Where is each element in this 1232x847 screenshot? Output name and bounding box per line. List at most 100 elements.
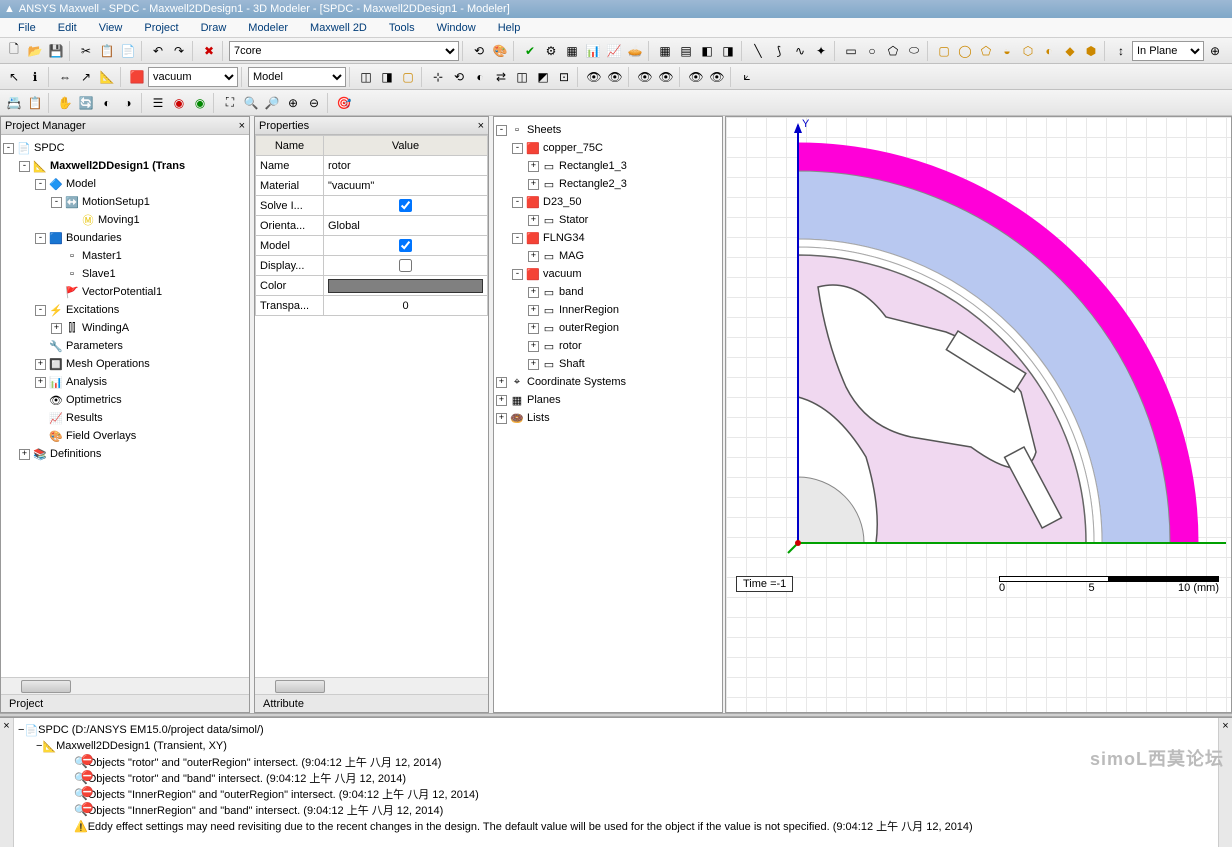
tool-icon[interactable]: ▤	[676, 41, 696, 61]
model-tree[interactable]: -▫Sheets-🟥copper_75C+▭Rectangle1_3+▭Rect…	[494, 117, 722, 431]
tree-item[interactable]: -🔷Model	[3, 175, 247, 193]
property-row[interactable]: Display...	[256, 256, 488, 276]
zoom-fit-icon[interactable]: ⛶	[220, 93, 240, 113]
tree-item[interactable]: +▭Shaft	[496, 355, 720, 373]
attribute-tab[interactable]: Attribute	[255, 694, 488, 712]
close-icon[interactable]: ×	[478, 120, 484, 132]
property-row[interactable]: Transpa...0	[256, 296, 488, 316]
tool-icon[interactable]: 📇	[4, 93, 24, 113]
tool-icon[interactable]: 🎯	[334, 93, 354, 113]
color-swatch[interactable]	[328, 279, 483, 293]
zoom-out-icon[interactable]: 🔎	[262, 93, 282, 113]
tool-icon[interactable]: ◑	[118, 93, 138, 113]
scrollbar[interactable]	[255, 677, 488, 694]
delete-icon[interactable]: ✖	[199, 41, 219, 61]
point-icon[interactable]: ✦	[811, 41, 831, 61]
tool-icon[interactable]: ◉	[169, 93, 189, 113]
tree-item[interactable]: 🔧Parameters	[3, 337, 247, 355]
tool-icon[interactable]: ◫	[356, 67, 376, 87]
circle-icon[interactable]: ○	[862, 41, 882, 61]
ellipse-icon[interactable]: ⬭	[904, 41, 924, 61]
property-checkbox[interactable]	[399, 259, 412, 272]
tool-icon[interactable]: ⊡	[554, 67, 574, 87]
open-icon[interactable]: 📂	[25, 41, 45, 61]
menu-modeler[interactable]: Modeler	[238, 20, 298, 36]
menu-edit[interactable]: Edit	[48, 20, 87, 36]
shape-icon[interactable]: ⬡	[1018, 41, 1038, 61]
tool-icon[interactable]: ◫	[512, 67, 532, 87]
shape-icon[interactable]: ▢	[934, 41, 954, 61]
redo-icon[interactable]: ↷	[169, 41, 189, 61]
eye-icon[interactable]: 👁	[656, 67, 676, 87]
tool-icon[interactable]: 🎨	[490, 41, 510, 61]
tree-item[interactable]: +📚Definitions	[3, 445, 247, 463]
tree-item[interactable]: 🎨Field Overlays	[3, 427, 247, 445]
close-icon[interactable]: ×	[1222, 720, 1228, 732]
copy-icon[interactable]: 📋	[97, 41, 117, 61]
axis-icon[interactable]: ⟀	[737, 67, 757, 87]
menu-window[interactable]: Window	[427, 20, 486, 36]
tree-item[interactable]: -🟥D23_50	[496, 193, 720, 211]
tool-icon[interactable]: ⇄	[491, 67, 511, 87]
list-icon[interactable]: ☰	[148, 93, 168, 113]
tool-icon[interactable]: 🥧	[625, 41, 645, 61]
property-row[interactable]: Model	[256, 236, 488, 256]
tree-item[interactable]: +▭InnerRegion	[496, 301, 720, 319]
property-row[interactable]: Solve I...	[256, 196, 488, 216]
spline-icon[interactable]: ∿	[790, 41, 810, 61]
zoom-in-icon[interactable]: 🔍	[241, 93, 261, 113]
close-icon[interactable]: ×	[239, 120, 245, 132]
tree-item[interactable]: +⌖Coordinate Systems	[496, 373, 720, 391]
tool-icon[interactable]: ✔	[520, 41, 540, 61]
zoom-icon[interactable]: ⊖	[304, 93, 324, 113]
sweep-icon[interactable]: ↕	[1111, 41, 1131, 61]
tree-item[interactable]: ⓂMoving1	[3, 211, 247, 229]
line-icon[interactable]: ╲	[748, 41, 768, 61]
tree-item[interactable]: -📄SPDC	[3, 139, 247, 157]
message-error[interactable]: 🔍⛔Objects "rotor" and "outerRegion" inte…	[18, 754, 1214, 770]
new-icon[interactable]: 🗋	[4, 41, 24, 61]
tool-icon[interactable]: ◩	[533, 67, 553, 87]
tool-icon[interactable]: ↗	[76, 67, 96, 87]
tree-item[interactable]: -🟥FLNG34	[496, 229, 720, 247]
shape-icon[interactable]: ◐	[1039, 41, 1059, 61]
eye-icon[interactable]: 👁	[584, 67, 604, 87]
tree-item[interactable]: +▭Rectangle1_3	[496, 157, 720, 175]
cut-icon[interactable]: ✂	[76, 41, 96, 61]
menu-help[interactable]: Help	[488, 20, 531, 36]
tree-item[interactable]: +📊Analysis	[3, 373, 247, 391]
tree-item[interactable]: +▭MAG	[496, 247, 720, 265]
mode-dropdown[interactable]: Model	[248, 67, 346, 87]
message-warning[interactable]: ⚠️ Eddy effect settings may need revisit…	[18, 818, 1214, 834]
properties-table[interactable]: Name Value NamerotorMaterial"vacuum"Solv…	[255, 135, 488, 316]
project-tab[interactable]: Project	[1, 694, 249, 712]
tree-item[interactable]: ▫Master1	[3, 247, 247, 265]
eye-icon[interactable]: 👁	[686, 67, 706, 87]
tool-icon[interactable]: 📋	[25, 93, 45, 113]
save-icon[interactable]: 💾	[46, 41, 66, 61]
modeler-viewport[interactable]: Y Time =-1 0 5 10 (mm)	[725, 116, 1232, 713]
tree-item[interactable]: +▦Planes	[496, 391, 720, 409]
polygon-icon[interactable]: ⬠	[883, 41, 903, 61]
eye-icon[interactable]: 👁	[707, 67, 727, 87]
tree-item[interactable]: +⫿⫿WindingA	[3, 319, 247, 337]
tool-icon[interactable]: ⊹	[428, 67, 448, 87]
tree-item[interactable]: 📈Results	[3, 409, 247, 427]
menu-file[interactable]: File	[8, 20, 46, 36]
tool-icon[interactable]: ◨	[718, 41, 738, 61]
help-icon[interactable]: ℹ	[25, 67, 45, 87]
tree-item[interactable]: -🟥copper_75C	[496, 139, 720, 157]
rect-icon[interactable]: ▭	[841, 41, 861, 61]
tool-icon[interactable]: ▦	[562, 41, 582, 61]
material-icon[interactable]: 🟥	[127, 67, 147, 87]
tree-item[interactable]: -▫Sheets	[496, 121, 720, 139]
item-dropdown[interactable]: 7core	[229, 41, 459, 61]
tree-item[interactable]: 👁Optimetrics	[3, 391, 247, 409]
paste-icon[interactable]: 📄	[118, 41, 138, 61]
property-row[interactable]: Orienta...Global	[256, 216, 488, 236]
tree-item[interactable]: +▭outerRegion	[496, 319, 720, 337]
rotate-icon[interactable]: 🔄	[76, 93, 96, 113]
shape-icon[interactable]: ◯	[955, 41, 975, 61]
tool-icon[interactable]: ⟲	[449, 67, 469, 87]
message-error[interactable]: 🔍⛔Objects "InnerRegion" and "outerRegion…	[18, 786, 1214, 802]
